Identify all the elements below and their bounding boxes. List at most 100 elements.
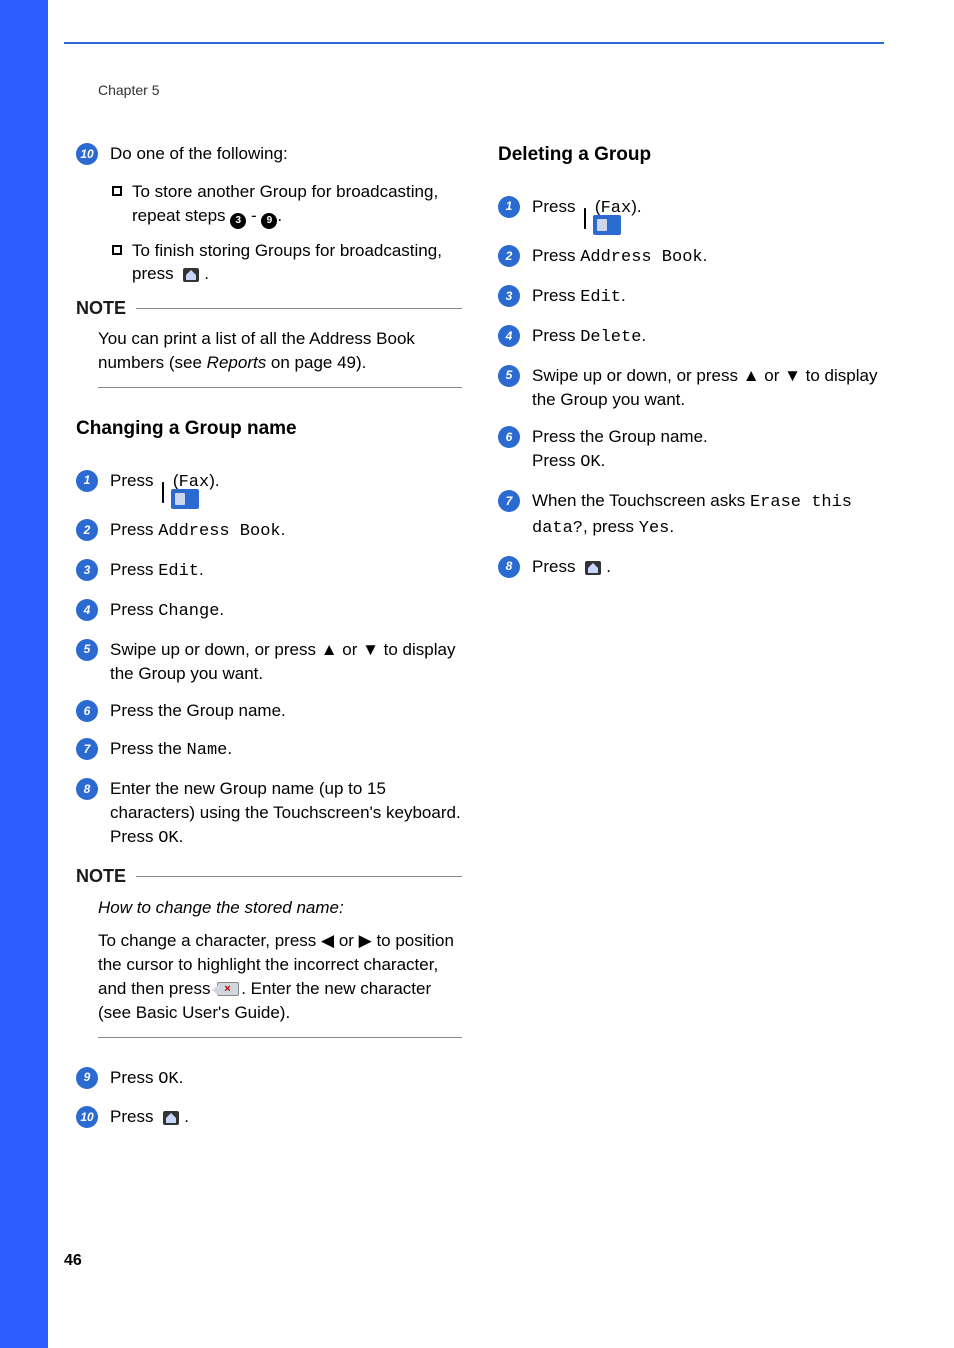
s10b: . [184,1107,189,1126]
r-step-3: 3 Press Edit. [498,284,884,310]
bullet-1-text: To store another Group for broadcasting,… [132,180,462,229]
rs2a: Press [532,246,580,265]
s5: Swipe up or down, or press ▲ or ▼ to dis… [110,638,462,686]
s4c: . [219,600,224,619]
step-4: 4 Press Change. [76,598,462,624]
step-7: 7 Press the Name. [76,737,462,763]
step-9: 9 Press OK. [76,1066,462,1092]
note-2-body: How to change the stored name: To change… [98,896,462,1038]
fax-icon [584,207,586,231]
step-marker-2: 2 [76,519,98,541]
step-marker-10b: 10 [76,1106,98,1128]
home-icon [180,265,202,285]
right-column: Deleting a Group 1 Press (Fax). 2 Press … [498,142,884,1143]
section-deleting-group: Deleting a Group [498,142,884,169]
step-marker-1: 1 [76,470,98,492]
bullet-icon [112,245,122,255]
rs4a: Press [532,326,580,345]
bullet-icon [112,186,122,196]
b1a: To store another Group for broadcasting,… [132,182,438,225]
r-step-1: 1 Press (Fax). [498,195,884,231]
home-icon [582,558,604,578]
side-tab [0,0,48,1348]
s1b: ( [168,471,178,490]
edit-label: Edit [158,562,199,581]
fax-icon [162,481,164,505]
ref-step-9-icon: 9 [261,213,277,229]
top-rule [64,42,884,44]
s7c: . [227,739,232,758]
s1a: Press [110,471,158,490]
step-marker-1: 1 [498,196,520,218]
s3a: Press [110,560,158,579]
left-column: 10 Do one of the following: To store ano… [76,142,462,1143]
s7a: Press the [110,739,187,758]
s2c: . [281,520,286,539]
s10a: Press [110,1107,158,1126]
rs6a: Press the Group name. [532,425,884,449]
step-marker-10: 10 [76,143,98,165]
s8c: . [179,827,184,846]
backspace-icon [217,982,239,996]
note-1-body: You can print a list of all the Address … [98,327,462,388]
ok-label-2: OK [158,1070,178,1089]
step-marker-2: 2 [498,245,520,267]
step-10: 10 Press . [76,1105,462,1129]
rs3a: Press [532,286,580,305]
bullet-2-text: To finish storing Groups for broadcastin… [132,239,462,287]
edit-label: Edit [580,288,621,307]
step-10-lead: Do one of the following: [110,144,288,163]
note-rule [136,308,462,309]
bullet-1: To store another Group for broadcasting,… [112,180,462,229]
yes-label: Yes [639,519,670,538]
chapter-label: Chapter 5 [98,82,159,98]
rs4c: . [641,326,646,345]
b1end: . [277,206,282,225]
rs2c: . [703,246,708,265]
note-rule [136,876,462,877]
step-2: 2 Press Address Book. [76,518,462,544]
reports-link[interactable]: Reports [207,353,267,372]
step-8: 8 Enter the new Group name (up to 15 cha… [76,777,462,850]
note2-intro: How to change the stored name: [98,896,462,920]
delete-label: Delete [580,328,641,347]
s4a: Press [110,600,158,619]
b2end: . [204,264,209,283]
step-marker-7: 7 [498,490,520,512]
rs1b: ( [590,197,600,216]
page-number: 46 [64,1252,82,1270]
step-10-body: Do one of the following: [110,142,462,166]
step-marker-7: 7 [76,738,98,760]
note-heading-2: NOTE [76,864,462,889]
section-changing-group-name: Changing a Group name [76,416,462,443]
rs6b: Press [532,451,580,470]
b2a: To finish storing Groups for broadcastin… [132,241,442,284]
rs7a: When the Touchscreen asks [532,491,750,510]
step-marker-4: 4 [498,325,520,347]
s8a: Enter the new Group name (up to 15 chara… [110,777,462,825]
address-book-label: Address Book [158,522,280,541]
address-book-label: Address Book [580,248,702,267]
step-3: 3 Press Edit. [76,558,462,584]
step-marker-6: 6 [76,700,98,722]
note-2-label: NOTE [76,864,126,889]
step-marker-8: 8 [76,778,98,800]
step-1: 1 Press (Fax). [76,469,462,505]
r-step-5: 5 Swipe up or down, or press ▲ or ▼ to d… [498,364,884,412]
ok-label: OK [158,829,178,848]
s3c: . [199,560,204,579]
step-10-continued: 10 Do one of the following: [76,142,462,166]
r-step-6: 6 Press the Group name. Press OK. [498,425,884,475]
bullet-2: To finish storing Groups for broadcastin… [112,239,462,287]
s8b: Press [110,827,158,846]
step-marker-3: 3 [76,559,98,581]
rs5: Swipe up or down, or press ▲ or ▼ to dis… [532,364,884,412]
step-marker-4: 4 [76,599,98,621]
r-step-2: 2 Press Address Book. [498,244,884,270]
s1c: ). [209,471,219,490]
content-columns: 10 Do one of the following: To store ano… [76,142,884,1143]
step-10-sublist: To store another Group for broadcasting,… [112,180,462,286]
home-icon [160,1108,182,1128]
note1-text-b: on page 49). [266,353,366,372]
s9b: . [179,1068,184,1087]
